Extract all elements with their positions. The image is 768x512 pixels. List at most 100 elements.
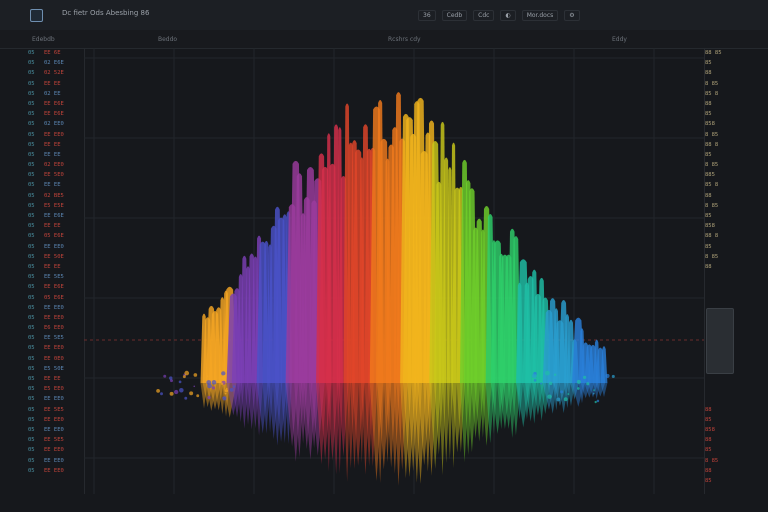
toolbar-item-5[interactable]: Mor.docs (521, 9, 559, 21)
left-row: 05 EE EE0 (28, 130, 84, 140)
left-row: 05 EE EE (28, 262, 84, 272)
toolbar-item-4[interactable]: ◐ (500, 9, 516, 21)
right-row: 858 (705, 426, 715, 433)
left-row: 05 05 E6E (28, 231, 84, 241)
ruler-label-right: Eddy (612, 36, 627, 43)
row-value: 02 52E (44, 70, 64, 77)
right-row: 88 (705, 70, 712, 77)
row-value: EE 6E (44, 50, 61, 56)
splash-particle (576, 387, 580, 390)
right-row: 8 85 (705, 202, 719, 209)
row-index: 05 (28, 192, 35, 199)
splash-particle (224, 389, 229, 393)
splash-particle (206, 380, 212, 385)
left-row: 05 EE EE (28, 374, 84, 384)
right-row: 88 85 (705, 50, 722, 56)
row-index: 05 (28, 182, 35, 189)
row-index: 05 (28, 50, 35, 56)
row-value: EE EE (44, 141, 61, 148)
row-value: E5 E5E (44, 202, 64, 209)
row-index: 05 (28, 376, 35, 382)
right-row: 85 (705, 416, 712, 423)
splash-particle (576, 379, 581, 384)
splash-particle (596, 399, 600, 403)
right-row: 85 (705, 243, 712, 250)
left-row: 05 EE EE (28, 150, 84, 160)
toolbar: 36 Cedb Cdc ◐ Mor.docs ⚙ (418, 8, 580, 22)
splash-particle (560, 390, 564, 394)
left-row: 05 EE E6E (28, 109, 84, 119)
splash-particle (593, 389, 595, 391)
left-row: 05 EE 5E5 (28, 405, 84, 415)
splash-particle (222, 396, 225, 399)
row-value: EE EE (44, 376, 61, 382)
row-value: EE EE0 (44, 314, 64, 321)
splash-particle (549, 381, 553, 386)
splash-particle (567, 393, 570, 395)
left-row: 05 EE EE0 (28, 343, 84, 353)
right-row: 85 (705, 111, 712, 118)
ruler-label-left: Edebdb (32, 36, 55, 43)
row-value: EE 5E5 (44, 406, 64, 413)
splash-particle (179, 388, 184, 393)
left-row: 05 02 E6E (28, 58, 84, 68)
scrollbar-thumb[interactable] (706, 308, 734, 374)
left-row: 05 EE 5E5 (28, 333, 84, 343)
row-value: 02 BE5 (44, 192, 64, 199)
splash-particle (542, 379, 545, 382)
app-logo-icon[interactable] (30, 9, 43, 22)
right-row (705, 394, 739, 404)
right-row: 85 (705, 477, 712, 484)
left-row: 05 05 E6E (28, 293, 84, 303)
right-data-column[interactable]: 88 85 85 88 8 85 85 8 88 85 858 8 85 88 8 85 8 85 88… (704, 48, 739, 494)
right-row: 88 (705, 406, 712, 413)
left-row: 05 EE 5E0 (28, 170, 84, 180)
toolbar-item-1[interactable]: 36 (418, 9, 436, 21)
left-row: 05 EE EE0 (28, 415, 84, 425)
window-titlebar: Dc fietr Ods Abesbing 86 36 Cedb Cdc ◐ M… (0, 0, 768, 31)
right-row: 85 (705, 213, 712, 219)
splash-particle (184, 370, 190, 376)
left-row: 05 E5 E5E (28, 201, 84, 211)
row-index: 05 (28, 274, 35, 281)
left-row: 05 EE EE (28, 180, 84, 190)
row-index: 05 (28, 121, 35, 128)
row-value: EE EE (44, 182, 61, 189)
row-index: 05 (28, 141, 35, 148)
row-index: 05 (28, 396, 35, 403)
splash-particle (532, 373, 537, 379)
right-row: 88 (705, 437, 712, 444)
row-index: 05 (28, 151, 35, 158)
row-value: EE E6E (44, 213, 64, 219)
left-row: 05 EE EE0 (28, 456, 84, 466)
right-row (705, 384, 739, 394)
right-row: 85 8 (705, 182, 719, 189)
row-index: 05 (28, 162, 35, 169)
row-index: 05 (28, 284, 35, 291)
toolbar-item-3[interactable]: Cdc (473, 9, 495, 21)
splash-particle (582, 375, 587, 380)
splash-particle (222, 375, 226, 378)
left-row: 05 02 BE5 (28, 191, 84, 201)
row-index: 05 (28, 223, 35, 230)
row-index: 05 (28, 70, 35, 77)
splash-particle (544, 370, 550, 376)
row-index: 05 (28, 437, 35, 444)
row-value: EE EE (44, 80, 61, 87)
toolbar-item-2[interactable]: Cedb (441, 9, 468, 21)
right-row: 8 85 (705, 131, 719, 138)
left-row: 05 EE 6E (28, 48, 84, 58)
splash-particle (206, 375, 209, 378)
left-row: 05 E5 EE0 (28, 384, 84, 394)
left-row: 05 EE EE0 (28, 313, 84, 323)
left-row: 05 EE EE0 (28, 445, 84, 455)
left-data-column[interactable]: 05 EE 6E 05 02 E6E 05 02 52E 05 EE EE 05 02 EE 05 E… (28, 48, 85, 494)
row-index: 05 (28, 213, 35, 219)
row-value: 02 EE0 (44, 162, 64, 169)
row-value: EE 5E0 (44, 172, 64, 179)
row-index: 05 (28, 233, 35, 240)
settings-icon[interactable]: ⚙ (564, 9, 580, 21)
row-value: EE EE0 (44, 457, 64, 464)
left-row: 05 EE EE0 (28, 303, 84, 313)
spectrum-visualization (84, 48, 704, 494)
